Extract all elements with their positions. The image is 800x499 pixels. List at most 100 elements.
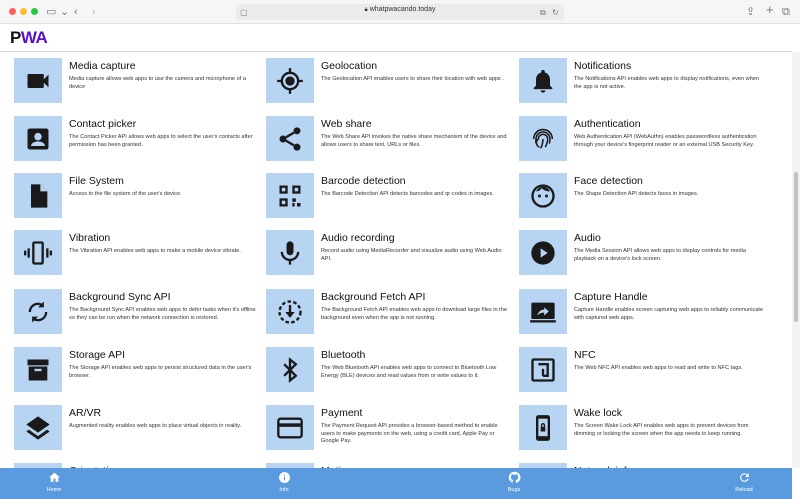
feature-description: The Web Bluetooth API enables web apps t… <box>321 365 497 379</box>
feature-card-authentication[interactable]: Authentication Web Authentication API (We… <box>519 116 769 166</box>
feature-description: The Web Share API invokes the native sha… <box>321 134 507 148</box>
feature-tile[interactable] <box>14 58 62 103</box>
feature-title[interactable]: Wake lock <box>574 407 622 419</box>
feature-card-ar-vr[interactable]: AR/VR Augmented reality enables web apps … <box>14 405 264 455</box>
file-icon <box>31 183 48 208</box>
info-icon <box>278 472 290 483</box>
feature-title[interactable]: Web share <box>321 118 372 130</box>
feature-title[interactable]: Authentication <box>574 118 641 130</box>
translate-icon[interactable]: ⧉ <box>540 5 546 21</box>
feature-title[interactable]: Audio recording <box>321 232 395 244</box>
logo-text-a: P <box>10 28 21 47</box>
feature-card-background-sync-api[interactable]: Background Sync API The Background Sync A… <box>14 289 264 339</box>
feature-card-web-share[interactable]: Web share The Web Share API invokes the n… <box>266 116 516 166</box>
feature-tile[interactable] <box>14 173 62 218</box>
feature-description: Augmented reality enables web apps to pl… <box>69 423 242 429</box>
forward-icon[interactable]: › <box>92 4 96 20</box>
feature-card-face-detection[interactable]: Face detection The Shape Detection API de… <box>519 173 769 223</box>
feature-description: The Contact Picker API allows web apps t… <box>69 134 253 148</box>
feature-title[interactable]: Geolocation <box>321 60 377 72</box>
feature-card-storage-api[interactable]: Storage API The Storage API enables web a… <box>14 347 264 397</box>
feature-card-audio-recording[interactable]: Audio recording Record audio using MediaR… <box>266 230 516 280</box>
scrollbar[interactable] <box>792 52 800 468</box>
face-icon <box>531 183 555 208</box>
address-bar[interactable]: ▢ 🔒︎ whatpwacando.today ⧉ ↻ <box>236 4 564 20</box>
nav-info-button[interactable]: Info <box>254 471 314 493</box>
feature-tile[interactable] <box>519 173 567 218</box>
feature-card-audio[interactable]: Audio The Media Session API allows web ap… <box>519 230 769 280</box>
feature-tile[interactable] <box>266 289 314 334</box>
feature-title[interactable]: AR/VR <box>69 407 101 419</box>
feature-title[interactable]: Background Sync API <box>69 291 171 303</box>
nav-info-label: Info <box>279 487 289 493</box>
feature-tile[interactable] <box>14 405 62 450</box>
feature-card-background-fetch-api[interactable]: Background Fetch API The Background Fetch… <box>266 289 516 339</box>
feature-card-capture-handle[interactable]: Capture Handle Capture Handle enables scr… <box>519 289 769 339</box>
feature-title[interactable]: Notifications <box>574 60 631 72</box>
feature-grid: Media capture Media capture allows web ap… <box>0 52 792 468</box>
share-page-icon[interactable]: ⇪ <box>746 4 755 20</box>
feature-tile[interactable] <box>519 289 567 334</box>
feature-tile[interactable] <box>519 230 567 275</box>
feature-card-barcode-detection[interactable]: Barcode detection The Barcode Detection A… <box>266 173 516 223</box>
feature-title[interactable]: Barcode detection <box>321 175 406 187</box>
feature-tile[interactable] <box>266 230 314 275</box>
feature-tile[interactable] <box>14 230 62 275</box>
feature-tile[interactable] <box>266 347 314 392</box>
feature-tile[interactable] <box>14 347 62 392</box>
back-icon[interactable]: ‹ <box>74 4 78 20</box>
feature-description: The Geolocation API enables users to sha… <box>321 76 504 82</box>
feature-card-wake-lock[interactable]: Wake lock The Screen Wake Lock API enable… <box>519 405 769 455</box>
feature-tile[interactable] <box>519 347 567 392</box>
feature-tile[interactable] <box>14 289 62 334</box>
close-window-button[interactable] <box>9 8 16 15</box>
feature-tile[interactable] <box>519 116 567 161</box>
feature-title[interactable]: Payment <box>321 407 362 419</box>
feature-tile[interactable] <box>266 173 314 218</box>
feature-title[interactable]: File System <box>69 175 124 187</box>
new-tab-icon[interactable]: + <box>766 2 774 18</box>
feature-title[interactable]: Bluetooth <box>321 349 365 361</box>
feature-description: Media capture allows web apps to use the… <box>69 76 246 90</box>
layers-icon <box>26 415 50 440</box>
nav-home-button[interactable]: Home <box>24 471 84 493</box>
feature-tile[interactable] <box>266 405 314 450</box>
feature-card-bluetooth[interactable]: Bluetooth The Web Bluetooth API enables w… <box>266 347 516 397</box>
nav-bugs-button[interactable]: Bugs <box>484 471 544 493</box>
share-icon <box>279 126 301 151</box>
feature-tile[interactable] <box>266 58 314 103</box>
pwa-logo[interactable]: PWA <box>10 28 48 48</box>
feature-title[interactable]: Face detection <box>574 175 643 187</box>
sidebar-toggle-icon[interactable]: ▭ <box>46 4 56 20</box>
feature-tile[interactable] <box>519 405 567 450</box>
minimize-window-button[interactable] <box>20 8 27 15</box>
feature-tile[interactable] <box>14 116 62 161</box>
play-icon <box>531 240 555 265</box>
feature-title[interactable]: NFC <box>574 349 596 361</box>
chevron-down-icon[interactable]: ⌄ <box>60 4 69 20</box>
feature-title[interactable]: Capture Handle <box>574 291 648 303</box>
feature-title[interactable]: Audio <box>574 232 601 244</box>
scrollbar-thumb[interactable] <box>794 172 798 322</box>
feature-card-file-system[interactable]: File System Access to the file system of … <box>14 173 264 223</box>
feature-card-media-capture[interactable]: Media capture Media capture allows web ap… <box>14 58 264 108</box>
feature-card-vibration[interactable]: Vibration The Vibration API enables web a… <box>14 230 264 280</box>
feature-title[interactable]: Storage API <box>69 349 125 361</box>
feature-card-notifications[interactable]: Notifications The Notifications API enabl… <box>519 58 769 108</box>
feature-card-nfc[interactable]: NFC The Web NFC API enables web apps to r… <box>519 347 769 397</box>
bottom-navigation: Home Info Bugs Reload <box>0 468 792 499</box>
nav-home-label: Home <box>46 487 62 493</box>
feature-tile[interactable] <box>519 58 567 103</box>
feature-title[interactable]: Media capture <box>69 60 136 72</box>
reload-page-icon[interactable]: ↻ <box>552 5 559 21</box>
feature-card-contact-picker[interactable]: Contact picker The Contact Picker API all… <box>14 116 264 166</box>
feature-title[interactable]: Vibration <box>69 232 110 244</box>
feature-title[interactable]: Background Fetch API <box>321 291 425 303</box>
tab-overview-icon[interactable]: ⧉ <box>782 4 790 20</box>
feature-tile[interactable] <box>266 116 314 161</box>
feature-title[interactable]: Contact picker <box>69 118 136 130</box>
maximize-window-button[interactable] <box>31 8 38 15</box>
nav-reload-button[interactable]: Reload <box>714 471 774 493</box>
feature-card-payment[interactable]: Payment The Payment Request API provides … <box>266 405 516 455</box>
feature-card-geolocation[interactable]: Geolocation The Geolocation API enables u… <box>266 58 516 108</box>
